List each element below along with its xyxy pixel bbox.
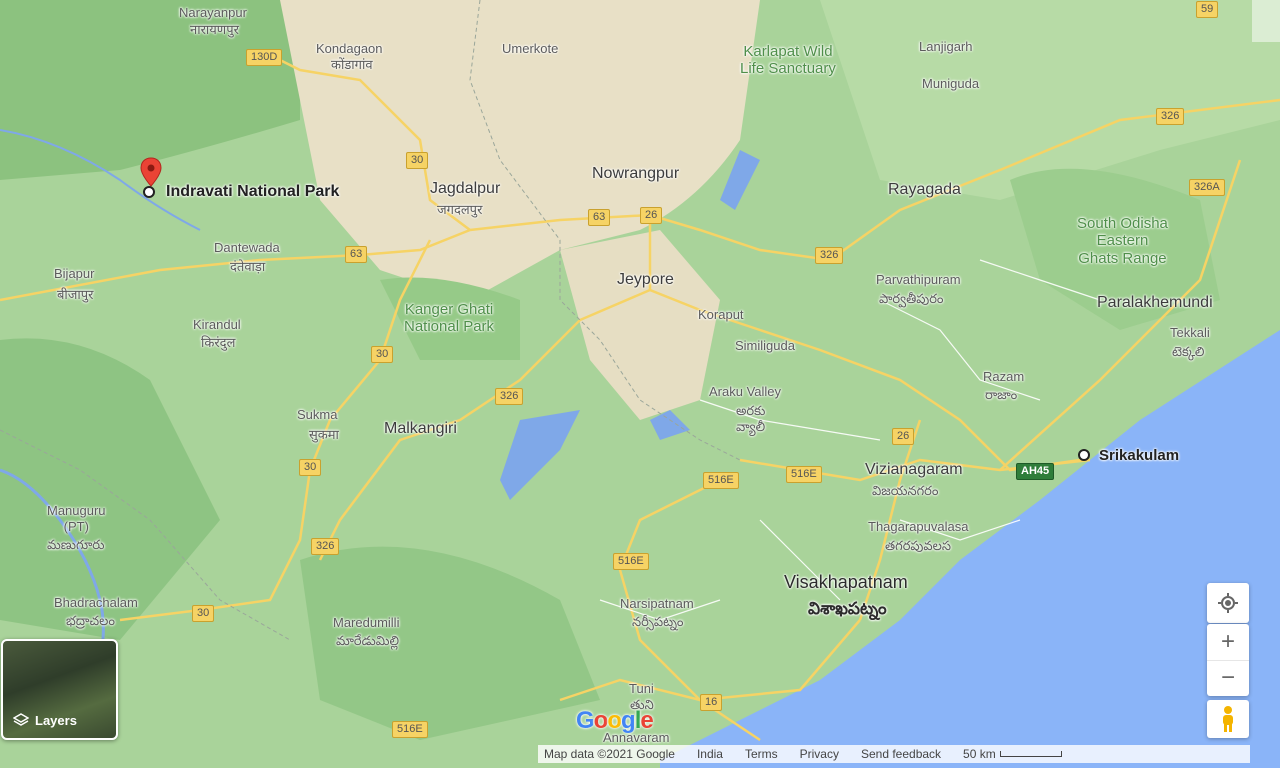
road-shield: 30 (371, 346, 394, 363)
pegman-icon (1223, 706, 1233, 732)
place-label-manuguru-local: మణుగూరు (47, 537, 105, 552)
place-label-manuguru[interactable]: Manuguru (PT) (47, 503, 106, 534)
zoom-controls: + − (1207, 624, 1249, 696)
place-label-vizianagaram-local: విజయనగరం (872, 483, 939, 498)
place-label-tekkali-local: టెక్కలి (1172, 344, 1205, 359)
place-label-similiguda[interactable]: Similiguda (735, 339, 795, 352)
privacy-link[interactable]: Privacy (800, 747, 839, 761)
scale-bar[interactable]: 50 km (963, 747, 1062, 761)
place-label-sukma[interactable]: Sukma (297, 408, 337, 421)
road-shield: 326 (815, 247, 844, 264)
place-label-paralakhemundi[interactable]: Paralakhemundi (1097, 295, 1213, 311)
place-label-koraput[interactable]: Koraput (698, 308, 744, 321)
place-label-kanger-ghati[interactable]: Kanger Ghati National Park (404, 301, 494, 336)
place-label-narayanpur-local: नारायणपुर (190, 22, 239, 37)
zoom-out-button[interactable]: − (1207, 661, 1249, 696)
place-label-maredumilli[interactable]: Maredumilli (333, 616, 399, 629)
road-shield: 326 (495, 388, 524, 405)
place-label-narsipatnam[interactable]: Narsipatnam (620, 597, 694, 610)
place-label-kondagaon[interactable]: Kondagaon (316, 42, 383, 55)
place-label-malkangiri[interactable]: Malkangiri (384, 421, 457, 437)
place-label-jagdalpur-local: जगदलपुर (437, 202, 483, 217)
place-label-tuni[interactable]: Tuni (629, 682, 654, 695)
road-shield: 516E (786, 466, 822, 483)
city-marker-icon (1078, 449, 1090, 461)
place-label-araku-valley-local: అరకు వ్యాలీ (736, 403, 766, 434)
place-label-muniguda[interactable]: Muniguda (922, 77, 979, 90)
country-link[interactable]: India (697, 747, 723, 761)
road-shield: 326 (311, 538, 340, 555)
road-shield: 26 (640, 207, 663, 224)
layers-icon (13, 713, 29, 726)
place-label-umerkote[interactable]: Umerkote (502, 42, 558, 55)
place-label-narsipatnam-local: నర్సీపట్నం (632, 614, 684, 629)
place-label-parvathipuram-local: పార్వతీపురం (879, 291, 944, 306)
place-label-dantewada[interactable]: Dantewada (214, 241, 280, 254)
street-view-button[interactable] (1207, 700, 1249, 738)
send-feedback-link[interactable]: Send feedback (861, 747, 941, 761)
terms-link[interactable]: Terms (745, 747, 778, 761)
place-label-lanjigarh[interactable]: Lanjigarh (919, 40, 973, 53)
place-label-maredumilli-local: మారేడుమిల్లి (336, 633, 400, 648)
place-label-thagarapuvalasa[interactable]: Thagarapuvalasa (868, 520, 968, 533)
place-label-visakhapatnam-local: విశాఖపట్నం (808, 599, 887, 618)
scale-label: 50 km (963, 747, 996, 761)
road-shield: 30 (406, 152, 429, 169)
place-label-razam-local: రాజాం (985, 387, 1018, 402)
map-footer: Map data ©2021 Google India Terms Privac… (538, 745, 1250, 763)
zoom-in-button[interactable]: + (1207, 625, 1249, 661)
my-location-icon (1218, 593, 1238, 613)
place-label-karlapat[interactable]: Karlapat Wild Life Sanctuary (740, 43, 836, 78)
place-label-bhadrachalam-local: భద్రాచలం (66, 613, 115, 628)
map-canvas[interactable] (0, 0, 1280, 768)
road-shield-ah45: AH45 (1016, 463, 1055, 480)
place-label-nowrangpur[interactable]: Nowrangpur (592, 166, 679, 182)
scale-line (999, 751, 1062, 757)
map-data-attribution: Map data ©2021 Google (544, 747, 675, 761)
road-shield: 59 (1196, 1, 1219, 18)
place-label-visakhapatnam[interactable]: Visakhapatnam (784, 573, 908, 591)
road-shield: 16 (700, 694, 723, 711)
place-label-jeypore[interactable]: Jeypore (617, 272, 674, 288)
place-label-kondagaon-local: कोंडागांव (331, 57, 373, 72)
place-label-kirandul[interactable]: Kirandul (193, 318, 241, 331)
layers-button[interactable]: Layers (1, 639, 118, 740)
place-label-jagdalpur[interactable]: Jagdalpur (430, 181, 500, 197)
road-shield: 326 (1156, 108, 1185, 125)
road-shield: 516E (392, 721, 428, 738)
place-label-kirandul-local: किरंदुल (201, 335, 236, 350)
road-shield: 516E (613, 553, 649, 570)
place-label-dantewada-local: दंतेवाड़ा (230, 259, 266, 274)
place-label-parvathipuram[interactable]: Parvathipuram (876, 273, 961, 286)
place-label-bijapur-local: बीजापुर (57, 287, 94, 302)
place-label-bijapur[interactable]: Bijapur (54, 267, 94, 280)
selected-place-label[interactable]: Indravati National Park (166, 184, 339, 200)
road-shield: 30 (192, 605, 215, 622)
road-shield: 326A (1189, 179, 1225, 196)
location-pin-icon[interactable] (139, 157, 163, 187)
place-label-razam[interactable]: Razam (983, 370, 1024, 383)
road-shield: 516E (703, 472, 739, 489)
place-label-thagarapuvalasa-local: తగరపువలస (885, 538, 951, 553)
place-label-bhadrachalam[interactable]: Bhadrachalam (54, 596, 138, 609)
road-shield: 63 (588, 209, 611, 226)
place-label-araku-valley[interactable]: Araku Valley (709, 385, 781, 398)
place-label-narayanpur[interactable]: Narayanpur (179, 6, 247, 19)
place-label-south-odisha-ghats[interactable]: South Odisha Eastern Ghats Range (1077, 215, 1168, 267)
place-label-vizianagaram[interactable]: Vizianagaram (865, 462, 963, 478)
city-label-srikakulam[interactable]: Srikakulam (1099, 448, 1179, 463)
road-shield: 26 (892, 428, 915, 445)
place-label-tekkali[interactable]: Tekkali (1170, 326, 1210, 339)
google-logo: Google (576, 707, 654, 734)
my-location-button[interactable] (1207, 583, 1249, 623)
road-shield: 130D (246, 49, 283, 66)
place-marker-icon (143, 186, 155, 198)
place-label-sukma-local: सुकमा (309, 427, 339, 442)
road-shield: 30 (299, 459, 322, 476)
corner-panel (1252, 0, 1280, 42)
place-label-rayagada[interactable]: Rayagada (888, 182, 961, 198)
road-shield: 63 (345, 246, 368, 263)
layers-label: Layers (35, 712, 77, 728)
